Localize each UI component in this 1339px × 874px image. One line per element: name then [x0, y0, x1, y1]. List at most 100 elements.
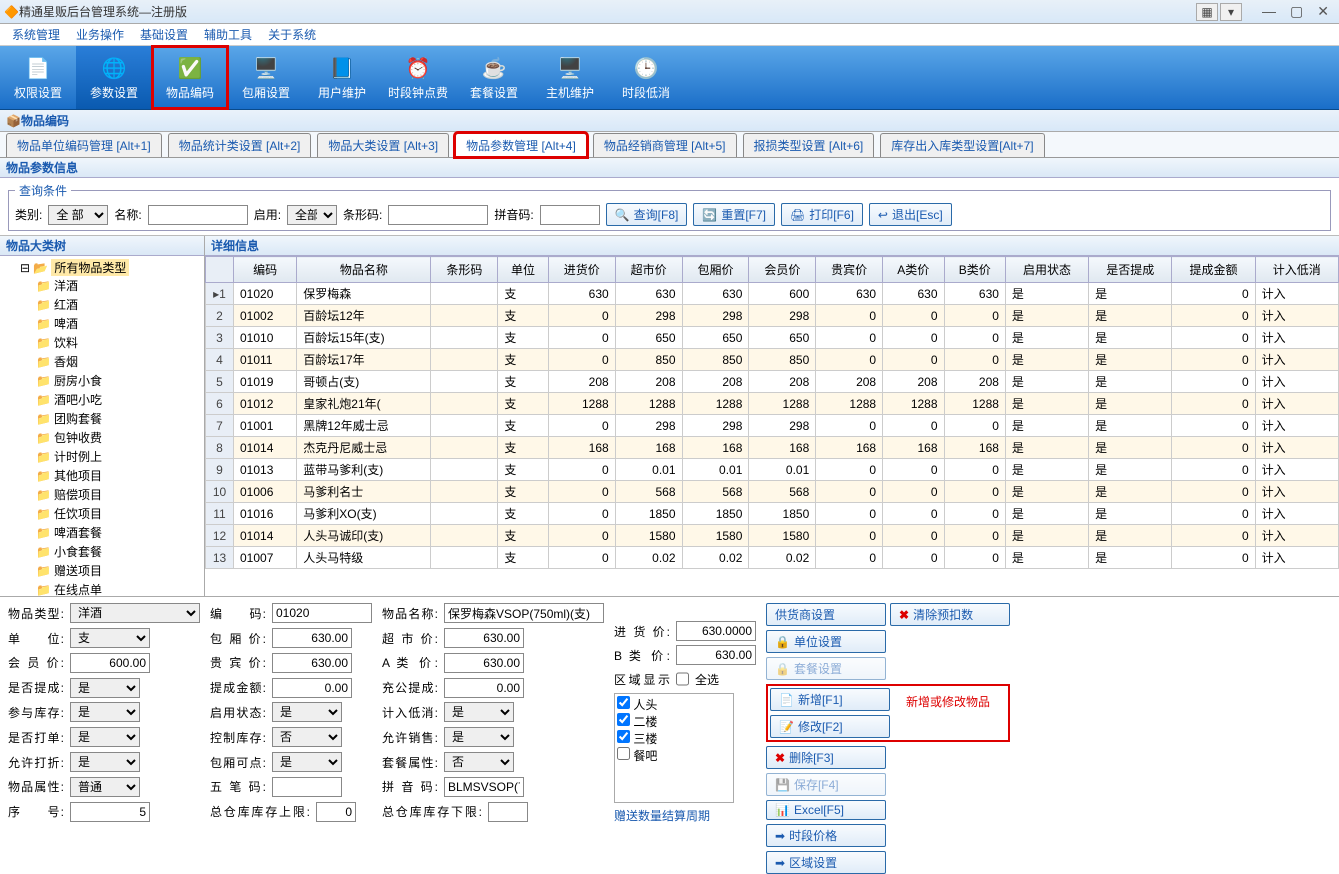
- window-grid-control[interactable]: ▦▾: [1196, 3, 1242, 21]
- table-row[interactable]: 701001黑牌12年威士忌支0298298298000是是0计入: [206, 415, 1339, 437]
- items-table[interactable]: 编码物品名称条形码单位进货价超市价包厢价会员价贵宾价A类价B类价启用状态是否提成…: [205, 256, 1339, 569]
- mktprice-input[interactable]: [444, 628, 524, 648]
- tree-item[interactable]: 📁洋酒: [36, 276, 200, 295]
- column-header[interactable]: 超市价: [615, 257, 682, 283]
- delete-button[interactable]: ✖ 删除[F3]: [766, 746, 886, 769]
- tree-item[interactable]: 📁赠送项目: [36, 561, 200, 580]
- toolbar-button[interactable]: 📘用户维护: [304, 46, 380, 109]
- memprice-input[interactable]: [70, 653, 150, 673]
- region-checkbox[interactable]: [617, 713, 630, 726]
- toolbar-button[interactable]: 🌐参数设置: [76, 46, 152, 109]
- menu-item[interactable]: 关于系统: [260, 26, 324, 43]
- column-header[interactable]: 计入低消: [1255, 257, 1338, 283]
- column-header[interactable]: 启用状态: [1005, 257, 1088, 283]
- tab[interactable]: 物品经销商管理 [Alt+5]: [593, 133, 737, 157]
- column-header[interactable]: 编码: [234, 257, 297, 283]
- vipprice-input[interactable]: [272, 653, 352, 673]
- enabled-select[interactable]: 全部: [287, 205, 337, 225]
- tree-item[interactable]: 📁啤酒套餐: [36, 523, 200, 542]
- tc-select[interactable]: 是: [70, 678, 140, 698]
- code-input[interactable]: [272, 603, 372, 623]
- barcode-input[interactable]: [388, 205, 488, 225]
- toolbar-button[interactable]: 🖥️主机维护: [532, 46, 608, 109]
- maximize-button[interactable]: ▢: [1290, 3, 1303, 20]
- tree-item[interactable]: 📁其他项目: [36, 466, 200, 485]
- save-button[interactable]: 💾 保存[F4]: [766, 773, 886, 796]
- tree-root[interactable]: 所有物品类型: [51, 259, 129, 276]
- reset-button[interactable]: 🔄 重置[F7]: [693, 203, 775, 226]
- tree-item[interactable]: 📁在线点单: [36, 580, 200, 596]
- pinyin-input2[interactable]: [444, 777, 524, 797]
- tree-item[interactable]: 📁厨房小食: [36, 371, 200, 390]
- toolbar-button[interactable]: 🕒时段低消: [608, 46, 684, 109]
- table-row[interactable]: 401011百龄坛17年支0850850850000是是0计入: [206, 349, 1339, 371]
- menu-item[interactable]: 辅助工具: [196, 26, 260, 43]
- bprice-input[interactable]: [676, 645, 756, 665]
- column-header[interactable]: 单位: [498, 257, 549, 283]
- menu-item[interactable]: 业务操作: [68, 26, 132, 43]
- tab[interactable]: 物品大类设置 [Alt+3]: [317, 133, 449, 157]
- menu-item[interactable]: 基础设置: [132, 26, 196, 43]
- column-header[interactable]: 会员价: [749, 257, 816, 283]
- tree-item[interactable]: 📁啤酒: [36, 314, 200, 333]
- edit-button[interactable]: 📝 修改[F2]: [770, 715, 890, 738]
- name-input[interactable]: [148, 205, 248, 225]
- seq-input[interactable]: [70, 802, 150, 822]
- column-header[interactable]: 包厢价: [682, 257, 749, 283]
- toolbar-button[interactable]: ☕套餐设置: [456, 46, 532, 109]
- tab[interactable]: 报损类型设置 [Alt+6]: [743, 133, 875, 157]
- table-row[interactable]: 601012皇家礼炮21年(支1288128812881288128812881…: [206, 393, 1339, 415]
- column-header[interactable]: 是否提成: [1089, 257, 1172, 283]
- region-listbox[interactable]: 人头 二楼 三楼 餐吧: [614, 693, 734, 803]
- exit-button[interactable]: ↩ 退出[Esc]: [869, 203, 952, 226]
- low-select[interactable]: 是: [444, 702, 514, 722]
- clearpre-button[interactable]: ✖ 清除预扣数: [890, 603, 1010, 626]
- tree-item[interactable]: 📁计时例上: [36, 447, 200, 466]
- tree-item[interactable]: 📁小食套餐: [36, 542, 200, 561]
- table-row[interactable]: 201002百龄坛12年支0298298298000是是0计入: [206, 305, 1339, 327]
- ctrlstock-select[interactable]: 否: [272, 727, 342, 747]
- enabled-select2[interactable]: 是: [272, 702, 342, 722]
- tree-item[interactable]: 📁酒吧小吃: [36, 390, 200, 409]
- toolbar-button[interactable]: 🖥️包厢设置: [228, 46, 304, 109]
- toolbar-button[interactable]: 📄权限设置: [0, 46, 76, 109]
- table-row[interactable]: 1301007人头马特级支00.020.020.02000是是0计入: [206, 547, 1339, 569]
- tree-item[interactable]: 📁任饮项目: [36, 504, 200, 523]
- column-header[interactable]: 进货价: [548, 257, 615, 283]
- allowsale-select[interactable]: 是: [444, 727, 514, 747]
- table-row[interactable]: 901013蓝带马爹利(支)支00.010.010.01000是是0计入: [206, 459, 1339, 481]
- toolbar-button[interactable]: ⏰时段钟点费: [380, 46, 456, 109]
- column-header[interactable]: 条形码: [431, 257, 498, 283]
- table-row[interactable]: 1101016马爹利XO(支)支0185018501850000是是0计入: [206, 503, 1339, 525]
- minimize-button[interactable]: —: [1262, 3, 1276, 20]
- aprice-input[interactable]: [444, 653, 524, 673]
- excel-button[interactable]: 📊 Excel[F5]: [766, 800, 886, 820]
- table-row[interactable]: 501019哥顿占(支)支208208208208208208208是是0计入: [206, 371, 1339, 393]
- tab[interactable]: 物品参数管理 [Alt+4]: [455, 133, 587, 157]
- region-checkbox[interactable]: [617, 696, 630, 709]
- selectall-checkbox[interactable]: [676, 669, 689, 689]
- wubi-input[interactable]: [272, 777, 342, 797]
- tree-item[interactable]: 📁饮料: [36, 333, 200, 352]
- unit-select[interactable]: 支: [70, 628, 150, 648]
- menu-item[interactable]: 系统管理: [4, 26, 68, 43]
- itemprop-select[interactable]: 普通: [70, 777, 140, 797]
- region-checkbox[interactable]: [617, 730, 630, 743]
- table-row[interactable]: 1001006马爹利名士支0568568568000是是0计入: [206, 481, 1339, 503]
- column-header[interactable]: 贵宾价: [816, 257, 883, 283]
- category-select[interactable]: 全 部: [48, 205, 108, 225]
- unitset-button[interactable]: 🔒 单位设置: [766, 630, 886, 653]
- tab[interactable]: 物品单位编码管理 [Alt+1]: [6, 133, 162, 157]
- setprop-select[interactable]: 否: [444, 752, 514, 772]
- table-row[interactable]: 1201014人头马诚印(支)支0158015801580000是是0计入: [206, 525, 1339, 547]
- tree-item[interactable]: 📁团购套餐: [36, 409, 200, 428]
- tree-item[interactable]: 📁包钟收费: [36, 428, 200, 447]
- print-button[interactable]: 🖨 打印[F6]: [781, 203, 863, 226]
- column-header[interactable]: A类价: [883, 257, 944, 283]
- supplier-button[interactable]: 供货商设置: [766, 603, 886, 626]
- itemname-input[interactable]: [444, 603, 604, 623]
- close-button[interactable]: ✕: [1317, 3, 1329, 20]
- region-checkbox[interactable]: [617, 747, 630, 760]
- column-header[interactable]: 提成金额: [1172, 257, 1255, 283]
- add-button[interactable]: 📄 新增[F1]: [770, 688, 890, 711]
